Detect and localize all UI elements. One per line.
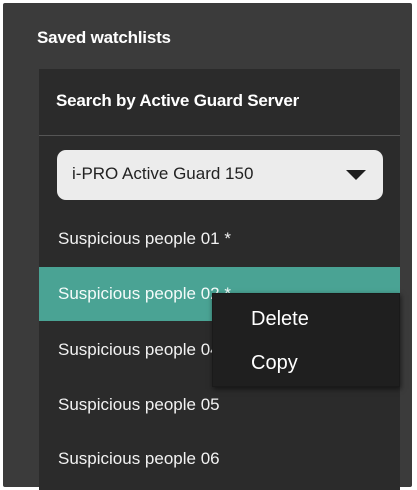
context-menu-delete-label: Delete [251,308,309,330]
panel-header: Search by Active Guard Server [39,69,400,136]
watchlist-item[interactable]: Suspicious people 01 * [39,212,400,266]
panel-header-label: Search by Active Guard Server [56,91,300,110]
context-menu-copy-label: Copy [251,352,298,374]
server-select-value: i-PRO Active Guard 150 [72,164,254,183]
chevron-down-icon [346,170,366,180]
watchlist-panel: Search by Active Guard Server i-PRO Acti… [39,69,400,490]
watchlist-item-label: Suspicious people 02 * [58,284,231,303]
context-menu-delete[interactable]: Delete [213,297,399,341]
context-menu: Delete Copy [212,293,400,387]
watchlist-item-label: Suspicious people 06 [58,449,220,468]
watchlist-item[interactable]: Suspicious people 06 [39,432,400,486]
section-title: Saved watchlists [37,28,171,47]
watchlist-item-label: Suspicious people 04 [58,340,220,359]
server-select-dropdown[interactable]: i-PRO Active Guard 150 [57,150,383,200]
watchlist-item-label: Suspicious people 05 [58,395,220,414]
watchlist-item-label: Suspicious people 01 * [58,229,231,248]
context-menu-copy[interactable]: Copy [213,341,399,385]
